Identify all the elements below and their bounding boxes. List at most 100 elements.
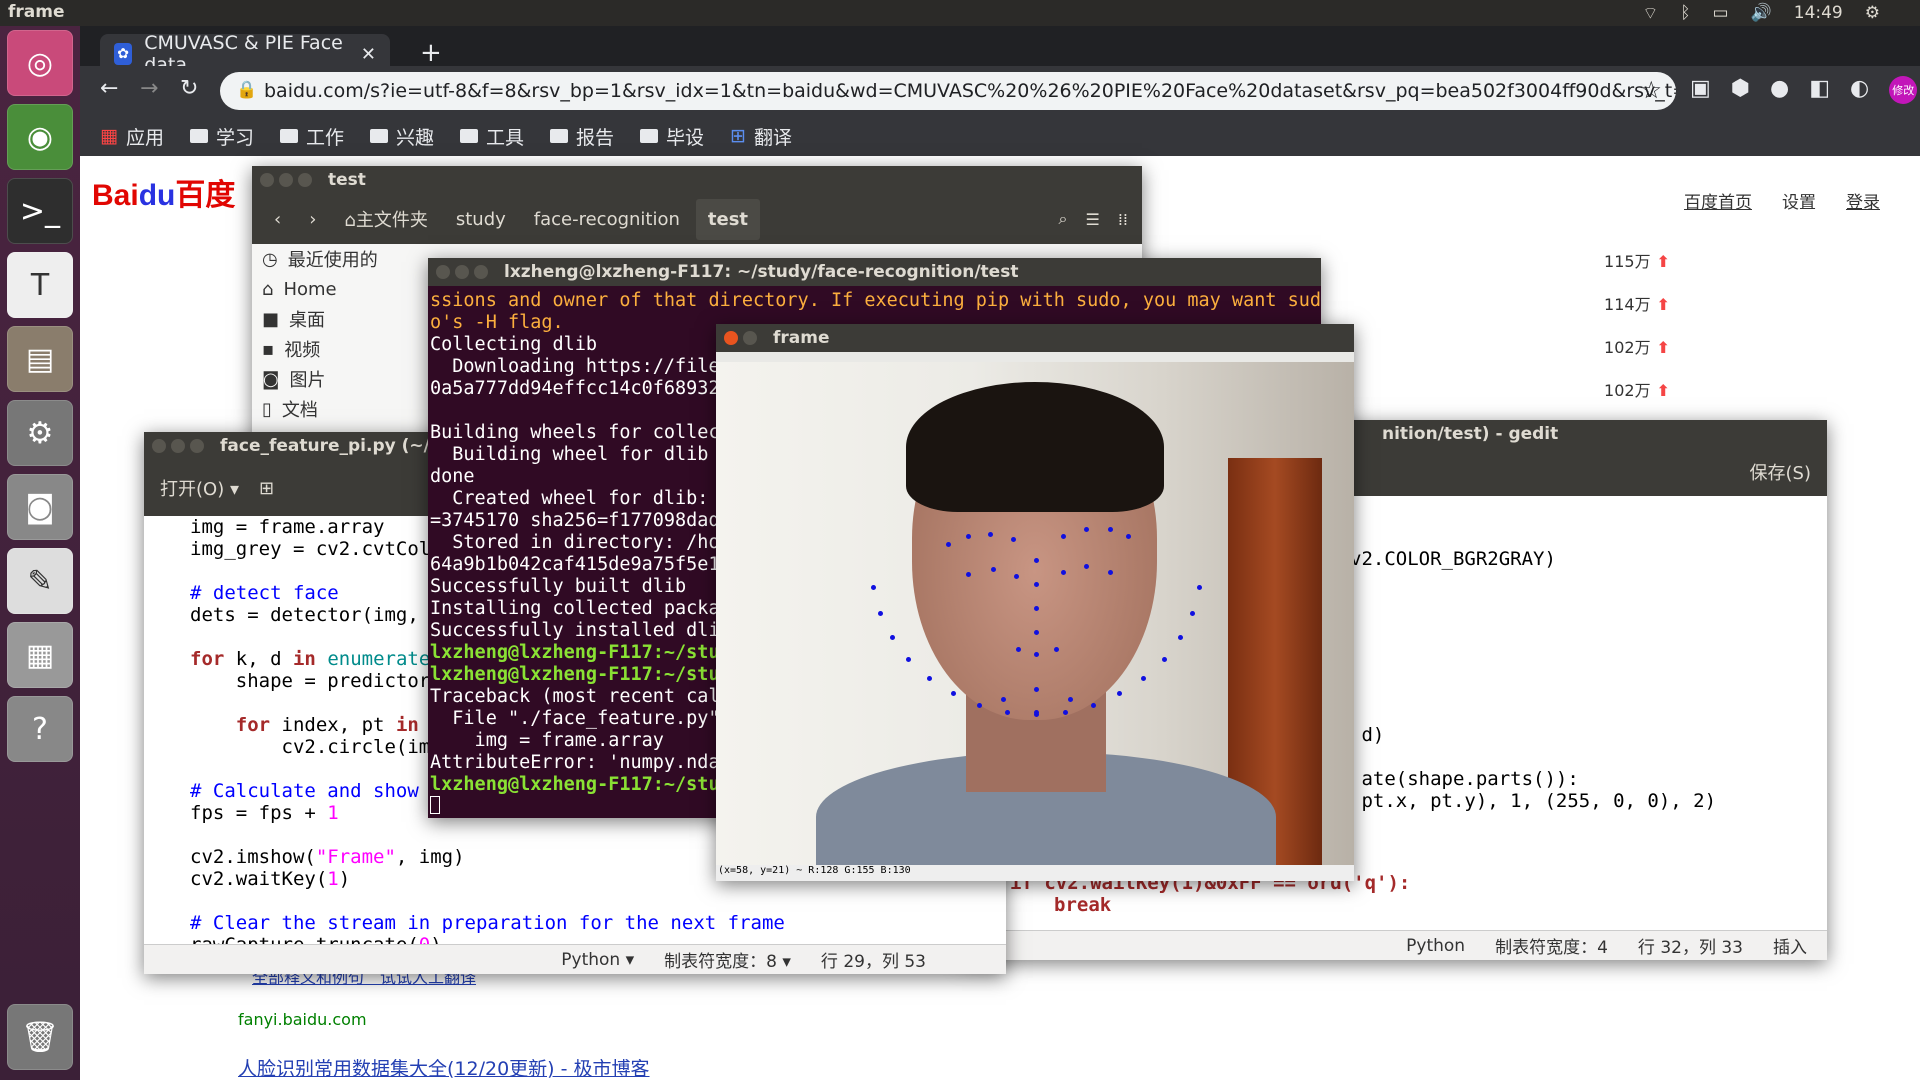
sidebar-item-pictures[interactable]: ◙ 图片 <box>252 364 417 394</box>
terminal-icon[interactable]: >_ <box>7 178 73 244</box>
window-title: face_feature_pi.py (~/stu <box>220 436 461 456</box>
bookmark-apps[interactable]: ▦ 应用 <box>100 123 164 150</box>
extension-icon[interactable]: ◐ <box>1850 76 1869 104</box>
landmark-point <box>1068 697 1073 702</box>
sidebar-item-documents[interactable]: ▯ 文档 <box>252 394 417 424</box>
camera-icon[interactable]: ◙ <box>7 474 73 540</box>
bookmark-folder[interactable]: 毕设 <box>640 123 704 150</box>
battery-icon[interactable]: ▭ <box>1713 3 1729 23</box>
person-hair <box>906 382 1164 512</box>
sidebar-item-home[interactable]: ⌂ Home <box>252 274 417 304</box>
crumb-test[interactable]: test <box>695 198 761 240</box>
files-icon[interactable]: ▤ <box>7 326 73 392</box>
bookmark-translate[interactable]: ⊞ 翻译 <box>730 123 792 150</box>
nav-settings-link[interactable]: 设置 <box>1782 188 1816 213</box>
search-icon[interactable]: ⌕ <box>1059 209 1068 229</box>
close-icon[interactable] <box>724 331 738 345</box>
window-titlebar[interactable]: frame <box>716 324 1354 352</box>
new-tab-icon[interactable]: + <box>420 38 442 68</box>
extension-icon[interactable]: ◧ <box>1809 76 1830 104</box>
hot-count: 115万 ⬆ <box>1604 252 1670 271</box>
sidebar-item-videos[interactable]: ▪ 视频 <box>252 334 417 364</box>
crumb-study[interactable]: study <box>444 199 518 240</box>
settings-icon[interactable]: ⚙ <box>7 400 73 466</box>
crumb-face-recognition[interactable]: face-recognition <box>522 199 692 240</box>
profile-avatar[interactable]: 修改 <box>1889 76 1918 104</box>
cursor-position[interactable]: 行 29，列 53 <box>821 947 926 972</box>
volume-icon[interactable]: 🔊 <box>1751 3 1772 23</box>
landmark-point <box>1061 534 1066 539</box>
open-button[interactable]: 打开(O) ▾ <box>160 475 239 501</box>
help-icon[interactable]: ? <box>7 696 73 762</box>
maximize-icon[interactable] <box>190 439 204 453</box>
home-icon: ⌂ <box>262 278 274 300</box>
folder-icon <box>550 129 569 143</box>
notes-icon[interactable]: ✎ <box>7 548 73 614</box>
new-tab-icon[interactable]: ⊞ <box>259 478 274 499</box>
camera-icon: ◙ <box>262 368 280 390</box>
tab-width-selector[interactable]: 制表符宽度：4 <box>1495 933 1608 958</box>
folder-icon <box>370 129 388 143</box>
wifi-icon[interactable]: ⌔ <box>1642 3 1658 24</box>
power-icon[interactable]: ⚙ <box>1865 3 1880 23</box>
window-titlebar[interactable]: test <box>252 166 1142 194</box>
calculator-icon[interactable]: ▦ <box>7 622 73 688</box>
landmark-point <box>1034 652 1039 657</box>
address-bar[interactable]: 🔒 baidu.com/s?ie=utf-8&f=8&rsv_bp=1&rsv_… <box>220 72 1676 110</box>
maximize-icon[interactable] <box>298 173 312 187</box>
bluetooth-icon[interactable]: ᛒ <box>1680 3 1690 23</box>
cursor-position[interactable]: 行 32，列 33 <box>1638 933 1743 958</box>
extension-icon[interactable]: ● <box>1770 76 1789 104</box>
landmark-point <box>1034 582 1039 587</box>
extension-icon[interactable]: ▣ <box>1690 76 1711 104</box>
crumb-home[interactable]: ⌂主文件夹 <box>332 196 439 242</box>
forward-icon[interactable]: → <box>140 76 158 101</box>
close-icon[interactable] <box>260 173 274 187</box>
bookmark-folder[interactable]: 报告 <box>550 123 614 150</box>
nav-home-link[interactable]: 百度首页 <box>1684 188 1752 213</box>
nav-login-link[interactable]: 登录 <box>1846 188 1880 213</box>
camera-image[interactable] <box>716 362 1354 865</box>
language-selector[interactable]: Python <box>1406 936 1465 956</box>
back-icon[interactable]: ‹ <box>262 199 293 240</box>
trash-icon[interactable]: 🗑 <box>7 1004 73 1070</box>
bookmark-folder[interactable]: 兴趣 <box>370 123 434 150</box>
lock-icon[interactable]: 🔒 <box>236 80 257 100</box>
sidebar-item-recent[interactable]: ◷ 最近使用的 <box>252 244 417 274</box>
minimize-icon[interactable] <box>171 439 185 453</box>
chrome-icon[interactable]: ◉ <box>7 104 73 170</box>
save-button[interactable]: 保存(S) <box>1750 459 1811 485</box>
close-icon[interactable] <box>152 439 166 453</box>
maximize-icon[interactable] <box>474 265 488 279</box>
language-selector[interactable]: Python ▾ <box>561 950 634 970</box>
extension-icon[interactable]: ⬢ <box>1731 76 1750 104</box>
document-icon: ▯ <box>262 398 272 420</box>
bookmark-star-icon[interactable]: ☆ <box>1640 76 1662 104</box>
forward-icon[interactable]: › <box>297 199 328 240</box>
grid-view-icon[interactable]: ⁞⁞ <box>1118 210 1128 229</box>
back-icon[interactable]: ← <box>100 76 118 101</box>
close-tab-icon[interactable]: ✕ <box>361 44 376 65</box>
tab-width-selector[interactable]: 制表符宽度：8 ▾ <box>664 947 791 972</box>
close-icon[interactable] <box>436 265 450 279</box>
search-result-title[interactable]: 人脸识别常用数据集大全(12/20更新) - 极市博客 <box>238 1054 650 1081</box>
list-view-icon[interactable]: ☰ <box>1085 210 1099 229</box>
opencv-frame-window: frame (x=58, y=21) ~ R:128 G:155 B:130 <box>716 324 1354 881</box>
clock[interactable]: 14:49 <box>1794 3 1843 23</box>
minimize-icon[interactable] <box>455 265 469 279</box>
window-titlebar[interactable]: lxzheng@lxzheng-F117: ~/study/face-recog… <box>428 258 1321 286</box>
landmark-point <box>946 542 951 547</box>
minimize-icon[interactable] <box>279 173 293 187</box>
baidu-logo[interactable]: Baidu百度 <box>92 170 235 214</box>
bookmark-folder[interactable]: 工具 <box>460 123 524 150</box>
unity-launcher: ◎ ◉ >_ T ▤ ⚙ ◙ ✎ ▦ ? 🗑 <box>0 26 80 1080</box>
landmark-point <box>926 676 932 682</box>
minimize-icon[interactable] <box>743 331 757 345</box>
sidebar-item-desktop[interactable]: ■ 桌面 <box>252 304 417 334</box>
reload-icon[interactable]: ↻ <box>180 76 198 101</box>
bookmark-folder[interactable]: 学习 <box>189 123 254 150</box>
system-tray[interactable]: ⌔ ᛒ ▭ 🔊 14:49 ⚙ <box>1642 0 1920 26</box>
ubuntu-dash-icon[interactable]: ◎ <box>7 30 73 96</box>
text-editor-icon[interactable]: T <box>7 252 73 318</box>
bookmark-folder[interactable]: 工作 <box>279 123 344 150</box>
